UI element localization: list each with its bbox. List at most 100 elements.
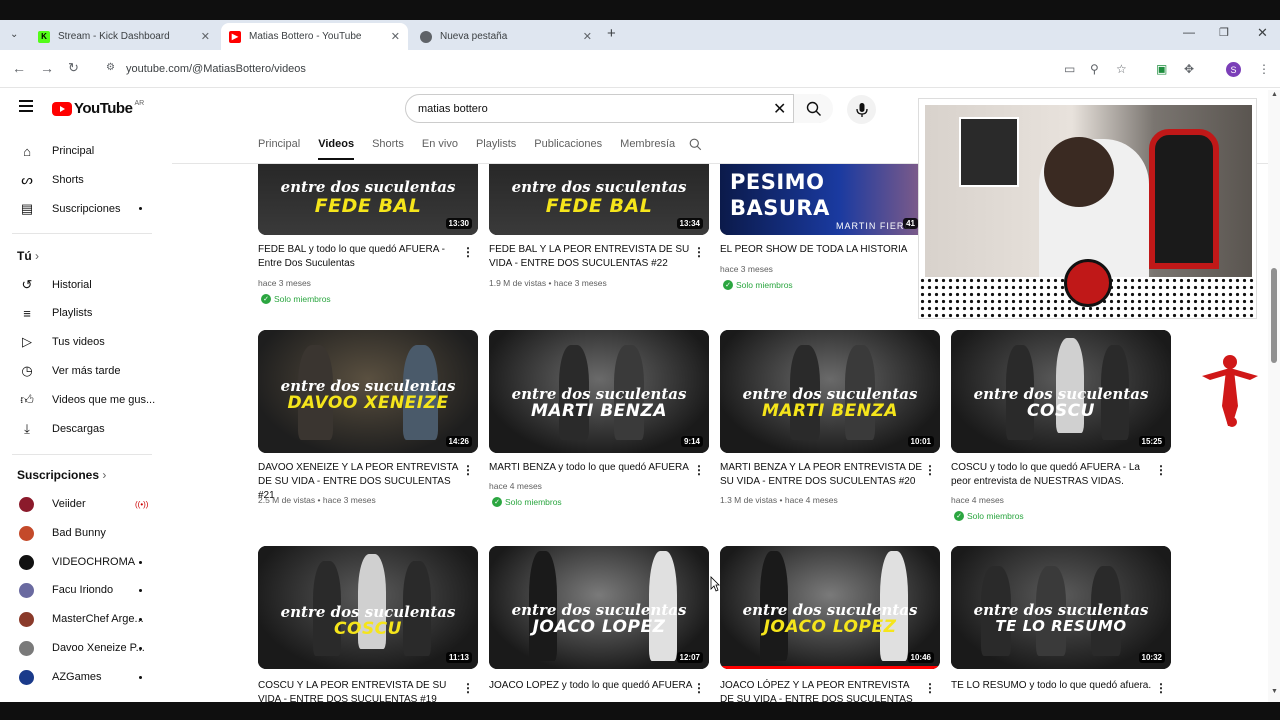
sidebar-item-principal[interactable]: ⌂ Principal [0, 137, 165, 165]
scroll-down-icon[interactable]: ▼ [1271, 688, 1278, 695]
video-title[interactable]: EL PEOR SHOW DE TODA LA HISTORIA [720, 243, 925, 257]
new-tab-button[interactable]: + [607, 25, 616, 42]
scrollbar-thumb[interactable] [1271, 268, 1277, 363]
subscriptions-section-header[interactable]: Suscripciones › [17, 468, 106, 482]
thumbnail-text: MARTIN FIERC [836, 221, 912, 231]
scroll-up-icon[interactable]: ▲ [1271, 91, 1278, 98]
close-tab-icon[interactable]: ✕ [583, 30, 592, 43]
video-title[interactable]: COSCU Y LA PEOR ENTREVISTA DE SU VIDA - … [258, 679, 463, 702]
tab-principal[interactable]: Principal [258, 138, 300, 164]
more-options-icon[interactable]: ⋮ [693, 463, 705, 477]
tab-search-icon[interactable]: ⌄ [10, 29, 18, 40]
tab-youtube[interactable]: ▶ Matias Bottero - YouTube ✕ [221, 23, 408, 50]
tab-shorts[interactable]: Shorts [372, 138, 404, 164]
sidebar-item-liked[interactable]: 👍︎ Videos que me gus... [0, 386, 165, 414]
channel-search-icon[interactable] [689, 138, 702, 164]
duration-badge: 11:13 [445, 652, 472, 663]
tab-playlists[interactable]: Playlists [476, 138, 516, 164]
video-title[interactable]: MARTI BENZA y todo lo que quedó AFUERA [489, 461, 694, 475]
more-options-icon[interactable]: ⋮ [462, 245, 474, 259]
forward-icon[interactable]: → [40, 60, 54, 76]
page-scrollbar[interactable]: ▲ ▼ [1268, 90, 1280, 702]
more-options-icon[interactable]: ⋮ [462, 463, 474, 477]
more-options-icon[interactable]: ⋮ [924, 463, 936, 477]
thumbnail-text: FEDE BAL [545, 195, 653, 217]
zoom-icon[interactable]: ⚲ [1090, 62, 1099, 76]
extension-green-icon[interactable]: ▣ [1156, 62, 1167, 76]
reload-icon[interactable]: ↻ [68, 60, 79, 76]
more-options-icon[interactable]: ⋮ [924, 681, 936, 695]
video-thumbnail[interactable]: entre dos suculentas TE LO RESUMO 10:32 [951, 546, 1171, 669]
video-title[interactable]: COSCU y todo lo que quedó AFUERA - La pe… [951, 461, 1156, 489]
bookmark-star-icon[interactable]: ☆ [1116, 62, 1127, 76]
video-thumbnail[interactable]: entre dos suculentas JOACO LOPEZ 12:07 [489, 546, 709, 669]
members-only-badge: ✓ Solo miembros [258, 292, 331, 304]
youtube-play-icon [52, 101, 72, 116]
menu-kebab-icon[interactable]: ⋮ [1258, 62, 1270, 76]
sidebar-item-label: Bad Bunny [52, 527, 106, 539]
sidebar-sub-veiider[interactable]: Veiider ((•)) [0, 490, 165, 518]
video-thumbnail[interactable]: entre dos suculentas COSCU 11:13 [258, 546, 478, 669]
video-thumbnail[interactable]: entre dos suculentas MARTI BENZA 9:14 [489, 330, 709, 453]
video-title[interactable]: FEDE BAL y todo lo que quedó AFUERA - En… [258, 243, 463, 271]
video-title[interactable]: FEDE BAL Y LA PEOR ENTREVISTA DE SU VIDA… [489, 243, 694, 271]
sidebar-sub-bad-bunny[interactable]: Bad Bunny [0, 519, 165, 547]
restore-button[interactable]: ❐ [1219, 26, 1229, 39]
thumbnail-text: MARTI BENZA [530, 401, 668, 421]
video-title[interactable]: MARTI BENZA Y LA PEOR ENTREVISTA DE SU V… [720, 461, 925, 489]
liked-icon: 👍︎ [20, 392, 34, 407]
more-options-icon[interactable]: ⋮ [462, 681, 474, 695]
extensions-puzzle-icon[interactable]: ✥ [1184, 62, 1194, 76]
clear-search-icon[interactable]: ✕ [773, 99, 786, 119]
channel-badge-icon [1064, 259, 1112, 307]
person-head [1044, 137, 1114, 207]
watch-later-icon: ◷ [21, 363, 33, 378]
tab-publicaciones[interactable]: Publicaciones [534, 138, 602, 164]
sidebar-item-downloads[interactable]: ⤓ Descargas [0, 415, 165, 443]
gaming-chair [1149, 129, 1219, 269]
members-only-badge: ✓ Solo miembros [951, 509, 1024, 523]
video-title[interactable]: JOACO LÓPEZ Y LA PEOR ENTREVISTA DE SU V… [720, 679, 925, 702]
search-input[interactable] [418, 102, 748, 115]
more-options-icon[interactable]: ⋮ [1155, 681, 1167, 695]
thumbnail-text: JOACO LOPEZ [763, 617, 897, 637]
sidebar-divider [12, 454, 152, 455]
video-thumbnail[interactable]: entre dos suculentas MARTI BENZA 10:01 [720, 330, 940, 453]
install-app-icon[interactable]: ▭ [1064, 62, 1075, 76]
tab-membresia[interactable]: Membresía [620, 138, 675, 164]
video-meta: 2.5 M de vistas • hace 3 meses [258, 495, 376, 505]
badge-label: Solo miembros [967, 511, 1024, 521]
tab-videos[interactable]: Videos [318, 138, 354, 164]
address-bar[interactable]: ⚙ youtube.com/@MatiasBottero/videos [96, 55, 1146, 83]
video-thumbnail[interactable]: entre dos suculentas COSCU 15:25 [951, 330, 1171, 453]
sidebar-item-label: Tus videos [52, 336, 105, 348]
voice-search-button[interactable] [847, 95, 876, 124]
tab-new[interactable]: Nueva pestaña ✕ [412, 23, 600, 50]
video-thumbnail[interactable]: entre dos suculentas DAVOO XENEIZE 14:26 [258, 330, 478, 453]
site-info-icon[interactable]: ⚙ [106, 62, 115, 73]
back-icon[interactable]: ← [12, 60, 26, 76]
youtube-logo[interactable]: YouTube AR [52, 100, 144, 117]
tab-kick[interactable]: K Stream - Kick Dashboard ✕ [30, 23, 218, 50]
close-tab-icon[interactable]: ✕ [201, 30, 210, 43]
sidebar-item-watch-later[interactable]: ◷ Ver más tarde [0, 357, 165, 385]
spiderman-decoration-icon [1202, 355, 1258, 427]
video-thumbnail[interactable]: entre dos suculentas FEDE BAL 13:34 [489, 164, 709, 235]
video-thumbnail[interactable]: entre dos suculentas FEDE BAL 13:30 [258, 164, 478, 235]
video-title[interactable]: JOACO LOPEZ y todo lo que quedó AFUERA [489, 679, 694, 693]
hamburger-menu-icon[interactable] [19, 100, 33, 115]
sidebar-item-your-videos[interactable]: ▷ Tus videos [0, 328, 165, 356]
profile-avatar[interactable]: S [1226, 62, 1241, 77]
minimize-button[interactable]: — [1183, 25, 1195, 39]
more-options-icon[interactable]: ⋮ [1155, 463, 1167, 477]
more-options-icon[interactable]: ⋮ [693, 681, 705, 695]
sidebar-item-label: Veiider [52, 498, 86, 510]
close-window-button[interactable]: ✕ [1257, 25, 1268, 41]
close-tab-icon[interactable]: ✕ [391, 30, 400, 43]
tab-en-vivo[interactable]: En vivo [422, 138, 458, 164]
video-thumbnail[interactable]: entre dos suculentas JOACO LOPEZ 10:46 [720, 546, 940, 669]
video-thumbnail[interactable]: PESIMO BASURA MARTIN FIERC 41 [720, 164, 918, 235]
more-options-icon[interactable]: ⋮ [693, 245, 705, 259]
search-button[interactable] [793, 94, 833, 123]
video-title[interactable]: TE LO RESUMO y todo lo que quedó afuera. [951, 679, 1156, 693]
